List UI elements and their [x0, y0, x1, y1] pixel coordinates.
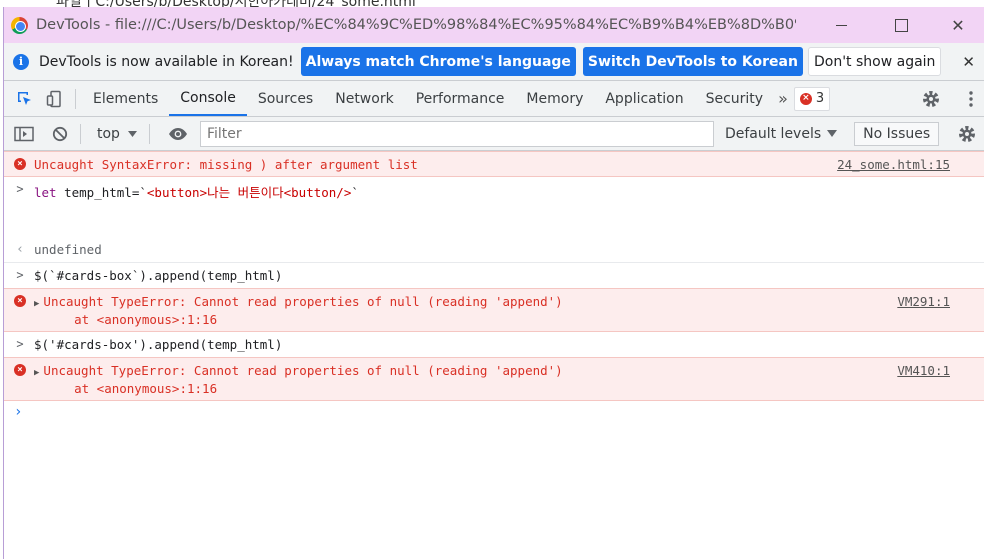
log-levels-label: Default levels	[724, 125, 822, 142]
source-link[interactable]: VM291:1	[897, 294, 950, 309]
context-select[interactable]: top	[97, 126, 137, 142]
infobar-message: DevTools is now available in Korean!	[39, 53, 294, 70]
chevron-down-icon	[827, 130, 838, 137]
console-input-code: $('#cards-box').append(temp_html)	[34, 337, 283, 352]
console-output: × Uncaught SyntaxError: missing ) after …	[4, 151, 984, 551]
more-tabs-icon[interactable]: »	[778, 89, 788, 108]
error-icon: ×	[799, 92, 812, 105]
inspect-element-icon[interactable]	[11, 85, 39, 113]
error-count: 3	[815, 91, 825, 106]
switch-to-korean-button[interactable]: Switch DevTools to Korean	[582, 47, 803, 76]
error-icon: ×	[14, 158, 26, 170]
expand-triangle-icon: ▶	[34, 299, 40, 309]
title-bar[interactable]: DevTools - file:///C:/Users/b/Desktop/%E…	[4, 7, 984, 43]
console-error-row: × Uncaught SyntaxError: missing ) after …	[4, 151, 984, 177]
filter-input[interactable]	[199, 120, 714, 147]
dont-show-again-button[interactable]: Don't show again	[807, 47, 942, 76]
error-icon: ×	[14, 364, 26, 376]
result-value: undefined	[34, 242, 102, 257]
console-toolbar: top Default levels No Issues	[4, 117, 984, 151]
console-input-code: let temp_html=`<button>나는 버튼이다<button/>`	[34, 185, 359, 200]
error-stack: at <anonymous>:1:16	[44, 312, 218, 327]
input-chevron-icon: >	[16, 337, 24, 351]
console-error-row: × ▶ Uncaught TypeError: Cannot read prope…	[4, 288, 984, 332]
maximize-button[interactable]	[878, 7, 924, 43]
infobar-close-icon[interactable]: ✕	[962, 53, 975, 71]
error-icon: ×	[14, 295, 26, 307]
tab-elements[interactable]: Elements	[82, 81, 169, 116]
language-infobar: i DevTools is now available in Korean! A…	[4, 43, 984, 81]
console-input-row: > $(`#cards-box`).append(temp_html)	[4, 263, 984, 288]
tab-memory[interactable]: Memory	[515, 81, 594, 116]
always-match-language-button[interactable]: Always match Chrome's language	[300, 47, 576, 76]
error-message[interactable]: ▶ Uncaught TypeError: Cannot read propert…	[34, 363, 563, 378]
console-input-code: $(`#cards-box`).append(temp_html)	[34, 268, 283, 283]
error-stack: at <anonymous>:1:16	[44, 381, 218, 396]
console-sidebar-toggle-icon[interactable]	[10, 120, 38, 148]
live-expression-eye-icon[interactable]	[164, 120, 192, 148]
toolbar-divider	[75, 88, 76, 109]
error-count-badge[interactable]: × 3	[793, 86, 831, 111]
context-value: top	[97, 125, 120, 142]
device-toolbar-icon[interactable]	[41, 85, 69, 113]
more-options-icon[interactable]	[957, 85, 984, 113]
console-settings-gear-icon[interactable]	[953, 120, 981, 148]
close-window-button[interactable]: ✕	[935, 7, 981, 43]
chrome-logo-icon	[11, 16, 28, 34]
result-arrow-icon: ‹	[16, 241, 24, 257]
console-input-row: > $('#cards-box').append(temp_html)	[4, 332, 984, 357]
info-icon: i	[13, 53, 29, 70]
gear-icon[interactable]	[917, 85, 945, 113]
tab-security[interactable]: Security	[695, 81, 775, 116]
input-chevron-icon: >	[16, 268, 24, 282]
tab-console[interactable]: Console	[169, 81, 247, 116]
error-message: Uncaught SyntaxError: missing ) after ar…	[34, 157, 418, 172]
error-message[interactable]: ▶ Uncaught TypeError: Cannot read propert…	[34, 294, 563, 309]
expand-triangle-icon: ▶	[34, 368, 40, 378]
console-prompt[interactable]: ›	[4, 401, 984, 551]
tab-application[interactable]: Application	[594, 81, 694, 116]
console-result-row: ‹ undefined	[4, 237, 984, 263]
panel-tab-bar: Elements Console Sources Network Perform…	[4, 81, 984, 117]
source-link[interactable]: 24_some.html:15	[837, 157, 950, 172]
console-input-row: > let temp_html=`<button>나는 버튼이다<button/…	[4, 177, 984, 237]
log-levels-dropdown[interactable]: Default levels	[724, 125, 838, 142]
source-link[interactable]: VM410:1	[897, 363, 950, 378]
chevron-down-icon	[127, 130, 137, 137]
minimize-button[interactable]	[818, 7, 864, 43]
issues-button[interactable]: No Issues	[854, 121, 940, 146]
console-error-row: × ▶ Uncaught TypeError: Cannot read prope…	[4, 357, 984, 401]
prompt-chevron-icon: ›	[14, 404, 23, 420]
devtools-window: DevTools - file:///C:/Users/b/Desktop/%E…	[3, 7, 984, 559]
tab-network[interactable]: Network	[324, 81, 404, 116]
toolbar-divider	[148, 123, 150, 144]
toolbar-divider	[80, 123, 81, 144]
tab-performance[interactable]: Performance	[405, 81, 516, 116]
input-chevron-icon: >	[16, 182, 24, 196]
tab-sources[interactable]: Sources	[247, 81, 324, 116]
clear-console-icon[interactable]	[46, 120, 74, 148]
window-title: DevTools - file:///C:/Users/b/Desktop/%E…	[36, 17, 796, 33]
